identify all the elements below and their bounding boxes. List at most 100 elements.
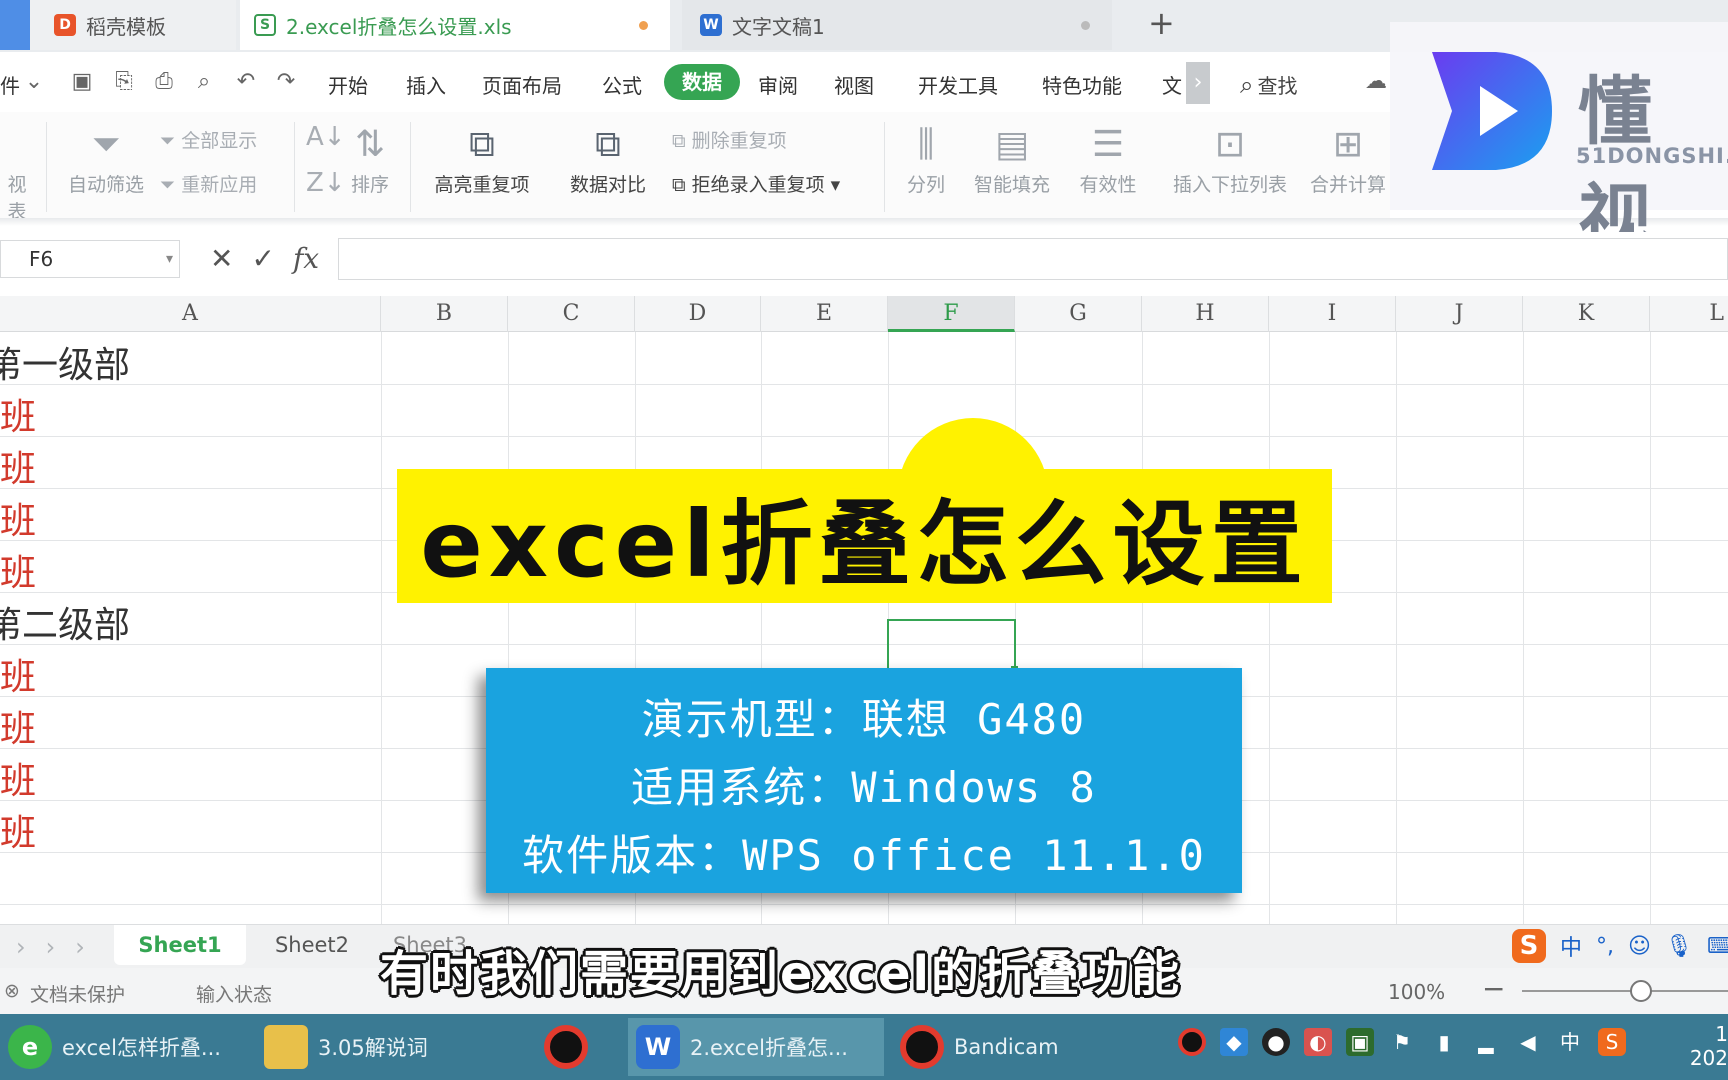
name-box[interactable]: F6 ▾ xyxy=(0,240,180,278)
confirm-icon[interactable]: ✓ xyxy=(251,242,274,275)
cell-a6[interactable]: 第二级部 xyxy=(0,596,130,648)
column-header-d[interactable]: D xyxy=(635,296,761,332)
print-icon[interactable]: ⎙ xyxy=(152,70,176,94)
cell-a4[interactable]: 班 xyxy=(0,492,36,544)
tab-docer-templates[interactable]: D 稻壳模板 xyxy=(30,0,236,50)
redo-icon[interactable]: ↷ xyxy=(274,70,298,94)
column-header-h[interactable]: H xyxy=(1142,296,1269,332)
column-header-b[interactable]: B xyxy=(381,296,508,332)
menu-file-truncated[interactable]: 件 xyxy=(0,70,20,99)
cell-a9[interactable]: 班 xyxy=(0,752,36,804)
microphone-icon[interactable]: 🎙 xyxy=(1665,934,1693,959)
column-header-i[interactable]: I xyxy=(1269,296,1396,332)
zoom-level[interactable]: 100% xyxy=(1388,980,1445,1004)
zoom-slider-thumb[interactable] xyxy=(1630,980,1652,1002)
column-header-j[interactable]: J xyxy=(1396,296,1523,332)
merge-calc-button[interactable]: ⊞ 合并计算 xyxy=(1306,120,1390,197)
data-compare-button[interactable]: ⧉ 数据对比 xyxy=(556,120,660,197)
new-tab-button[interactable]: + xyxy=(1148,4,1175,42)
chevron-down-icon[interactable]: ⌄ xyxy=(22,70,46,94)
smart-fill-button[interactable]: ▤ 智能填充 xyxy=(966,120,1058,197)
autofilter-button[interactable]: ⏷ 自动筛选 xyxy=(60,120,152,197)
tray-language[interactable]: 中 xyxy=(1556,1028,1584,1056)
column-header-c[interactable]: C xyxy=(508,296,635,332)
sheet-tab-sheet1[interactable]: Sheet1 xyxy=(114,925,246,965)
tray-nvidia-icon[interactable]: ▣ xyxy=(1346,1028,1374,1056)
column-header-e[interactable]: E xyxy=(761,296,888,332)
cancel-icon[interactable]: ✕ xyxy=(210,242,233,275)
tray-battery-icon[interactable]: ▮ xyxy=(1430,1028,1458,1056)
validity-button[interactable]: ☰ 有效性 xyxy=(1066,120,1150,197)
sort-button[interactable]: ⇅ 排序 xyxy=(346,120,394,197)
tab-writer-doc[interactable]: W 文字文稿1 xyxy=(682,0,1112,50)
protect-status[interactable]: 文档未保护 xyxy=(30,980,125,1007)
save-icon[interactable]: ▣ xyxy=(70,70,94,94)
insert-dropdown-button[interactable]: ⊡ 插入下拉列表 xyxy=(1160,120,1300,197)
undo-icon[interactable]: ↶ xyxy=(234,70,258,94)
chevron-down-icon[interactable]: ▾ xyxy=(166,241,173,277)
zoom-out-button[interactable]: − xyxy=(1482,972,1505,1005)
menu-review[interactable]: 审阅 xyxy=(758,70,798,99)
split-column-button[interactable]: ⫼ 分列 xyxy=(894,120,958,197)
tray-speed-icon[interactable]: ◐ xyxy=(1304,1028,1332,1056)
sheet-nav-arrows-icon[interactable]: ››› xyxy=(16,933,105,961)
zoom-slider-track[interactable] xyxy=(1522,990,1728,992)
cell-a3[interactable]: 班 xyxy=(0,440,36,492)
cell-a1[interactable]: 第一级部 xyxy=(0,336,130,388)
cell-a7[interactable]: 班 xyxy=(0,648,36,700)
selected-cell-f6[interactable] xyxy=(887,619,1016,671)
sogou-logo-icon[interactable]: S xyxy=(1512,929,1546,963)
show-all-button[interactable]: ⏷ 全部显示 xyxy=(160,126,257,153)
close-dot-icon[interactable] xyxy=(1081,21,1090,30)
menu-insert[interactable]: 插入 xyxy=(406,70,446,99)
highlight-duplicates-button[interactable]: ⧉ 高亮重复项 xyxy=(420,120,544,197)
sheet-tab-sheet2[interactable]: Sheet2 xyxy=(252,925,372,965)
search-button[interactable]: ⌕ 查找 xyxy=(1240,70,1297,99)
cell-a5[interactable]: 班 xyxy=(0,544,36,596)
tray-sogou-icon[interactable]: S xyxy=(1598,1028,1626,1056)
cell-a8[interactable]: 班 xyxy=(0,700,36,752)
taskbar-folder[interactable]: 3.05解说词 xyxy=(256,1018,512,1076)
tab-spreadsheet[interactable]: S 2.excel折叠怎么设置.xls xyxy=(240,0,670,50)
column-header-f[interactable]: F xyxy=(888,296,1015,332)
taskbar-browser[interactable]: e excel怎样折叠... xyxy=(0,1018,250,1076)
cell-a10[interactable]: 班 xyxy=(0,804,36,856)
menu-dev-tools[interactable]: 开发工具 xyxy=(918,70,998,99)
pivot-table-button[interactable]: 视表 xyxy=(0,120,34,224)
print-preview-icon[interactable]: ⌕ xyxy=(192,70,216,94)
taskbar-wps[interactable]: W 2.excel折叠怎... xyxy=(628,1018,884,1076)
taskbar-clock[interactable]: 1 202 xyxy=(1680,1022,1728,1070)
tray-network-icon[interactable]: ▂ xyxy=(1472,1028,1500,1056)
menu-formula[interactable]: 公式 xyxy=(602,70,642,99)
reject-duplicates-button[interactable]: ⧉ 拒绝录入重复项 ▾ xyxy=(672,170,840,197)
punctuation-icon[interactable]: °, xyxy=(1596,934,1614,959)
formula-input[interactable] xyxy=(338,238,1728,280)
column-header-l[interactable]: L xyxy=(1650,296,1728,332)
reapply-button[interactable]: ⏷ 重新应用 xyxy=(160,170,257,197)
taskbar-recorder[interactable] xyxy=(520,1018,620,1076)
column-header-k[interactable]: K xyxy=(1523,296,1650,332)
keyboard-icon[interactable]: ⌨ xyxy=(1707,934,1728,959)
menu-data[interactable]: 数据 xyxy=(664,64,740,100)
tray-record-icon[interactable] xyxy=(1178,1028,1206,1056)
menu-page-layout[interactable]: 页面布局 xyxy=(482,70,562,99)
tray-volume-icon[interactable]: ◀ xyxy=(1514,1028,1542,1056)
cell-a2[interactable]: 班 xyxy=(0,388,36,440)
sort-desc-icon[interactable]: Z↓ xyxy=(306,168,346,198)
sort-asc-icon[interactable]: A↓ xyxy=(306,122,346,152)
format-painter-icon[interactable]: ⎘ xyxy=(112,70,136,94)
menu-text-truncated[interactable]: 文 xyxy=(1162,70,1182,99)
menu-special[interactable]: 特色功能 xyxy=(1042,70,1122,99)
chevron-right-icon[interactable]: › xyxy=(1186,62,1210,104)
tray-dropbox-icon[interactable]: ◆ xyxy=(1220,1028,1248,1056)
menu-start[interactable]: 开始 xyxy=(328,70,368,99)
ime-language[interactable]: 中 xyxy=(1560,930,1582,962)
function-icon[interactable]: fx xyxy=(293,242,319,275)
emoji-icon[interactable]: ☺ xyxy=(1628,934,1651,959)
column-header-a[interactable]: A xyxy=(0,296,381,332)
cloud-icon[interactable]: ☁ xyxy=(1364,70,1388,94)
taskbar-bandicam[interactable]: Bandicam xyxy=(892,1018,1148,1076)
menu-view[interactable]: 视图 xyxy=(834,70,874,99)
column-header-g[interactable]: G xyxy=(1015,296,1142,332)
tray-qq-icon[interactable]: ● xyxy=(1262,1028,1290,1056)
